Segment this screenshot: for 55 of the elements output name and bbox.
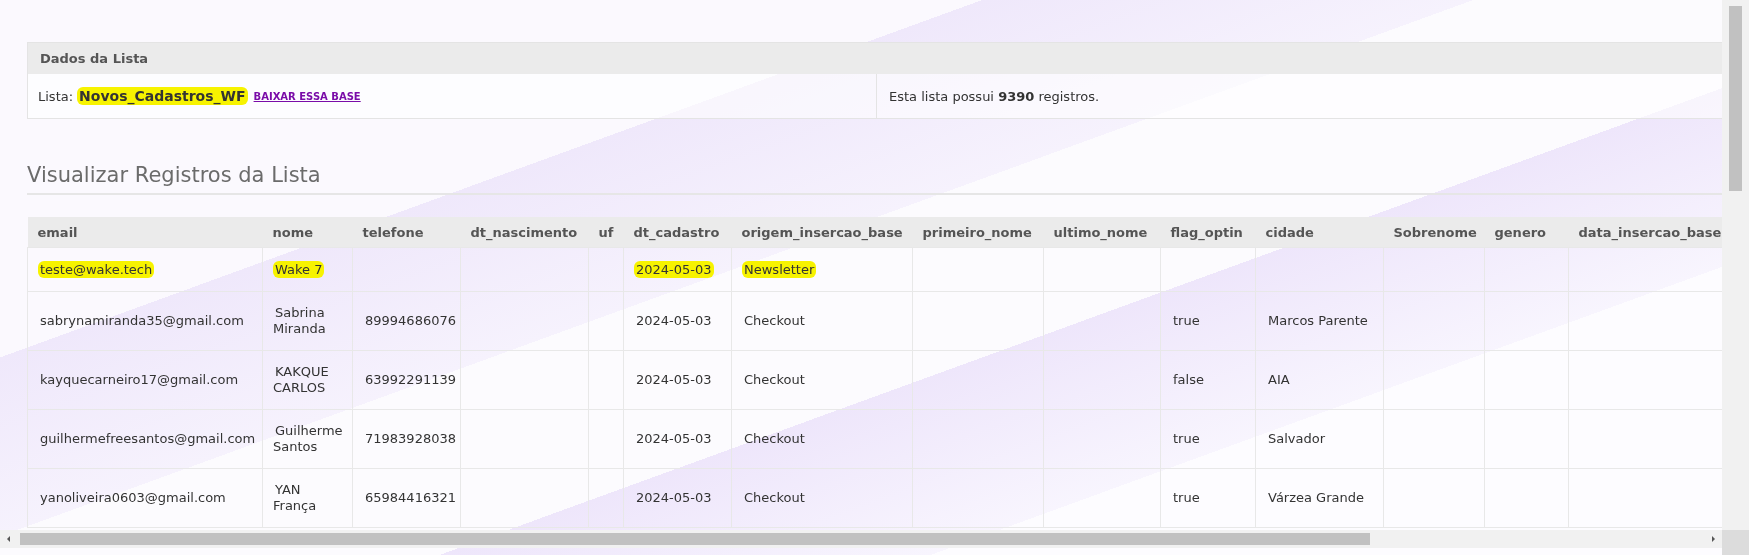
column-header: dt_nascimento xyxy=(460,217,589,248)
section-title: Visualizar Registros da Lista xyxy=(27,163,1722,195)
table-cell-text: yanoliveira0603@gmail.com xyxy=(39,489,227,506)
table-cell-text: 2024-05-03 xyxy=(635,430,713,447)
table-cell-text: Salvador xyxy=(1267,430,1327,447)
table-cell-text: 89994686076 xyxy=(364,312,457,329)
column-header: origem_insercao_base xyxy=(731,217,913,248)
table-cell-text: sabrynamiranda35@gmail.com xyxy=(39,312,245,329)
column-header: primeiro_nome xyxy=(912,217,1044,248)
column-header: dt_cadastro xyxy=(623,217,732,248)
table-cell: teste@wake.tech xyxy=(38,260,155,278)
table-cell-text: true xyxy=(1172,489,1201,506)
table-cell: 2024-05-03 xyxy=(634,260,714,278)
column-header: genero xyxy=(1484,217,1569,248)
table-cell: Wake 7 xyxy=(273,260,325,278)
column-header: data_insercao_base xyxy=(1568,217,1722,248)
download-link[interactable]: BAIXAR ESSA BASE xyxy=(253,90,361,102)
list-name: Novos_Cadastros_WF xyxy=(77,87,248,105)
column-header: ultimo_nome xyxy=(1043,217,1161,248)
column-header: Sobrenome xyxy=(1383,217,1485,248)
table-cell-text: Várzea Grande xyxy=(1267,489,1365,506)
table-cell: KAKQUE CARLOS xyxy=(273,363,329,396)
table-cell-text: Checkout xyxy=(743,489,806,506)
table-cell-text: false xyxy=(1172,371,1205,388)
panel-title: Dados da Lista xyxy=(40,51,149,66)
column-header: telefone xyxy=(352,217,461,248)
table-cell-text: 63992291139 xyxy=(364,371,457,388)
table-cell-text: 2024-05-03 xyxy=(635,371,713,388)
column-header: uf xyxy=(588,217,624,248)
table-cell-text: YAN França xyxy=(273,481,318,514)
table-cell-text: AIA xyxy=(1267,371,1291,388)
table-cell-text: guilhermefreesantos@gmail.com xyxy=(39,430,257,447)
table-cell: Newsletter xyxy=(742,260,817,278)
table-cell-text: Checkout xyxy=(743,371,806,388)
column-header: nome xyxy=(262,217,353,248)
table-cell-text: kayquecarneiro17@gmail.com xyxy=(39,371,240,388)
column-header: cidade xyxy=(1255,217,1384,248)
table-cell-text: true xyxy=(1172,430,1201,447)
table-cell-text: Sabrina Miranda xyxy=(273,304,327,337)
scrollbar-corner xyxy=(1722,530,1749,555)
table-cell-text: 2024-05-03 xyxy=(635,489,713,506)
table-cell-text: true xyxy=(1172,312,1201,329)
table-cell-text: 71983928038 xyxy=(364,430,457,447)
table-cell-text: 65984416321 xyxy=(364,489,457,506)
record-count-text: Esta lista possui 9390 registros. xyxy=(889,88,1100,104)
column-header: email xyxy=(27,217,263,248)
table-cell-text: Checkout xyxy=(743,312,806,329)
list-label: Lista: xyxy=(38,88,74,104)
table-cell-text: Marcos Parente xyxy=(1267,312,1369,329)
horizontal-scrollbar[interactable] xyxy=(0,530,1722,548)
column-header: flag_optin xyxy=(1160,217,1256,248)
table-cell-text: Checkout xyxy=(743,430,806,447)
vertical-scrollbar[interactable] xyxy=(1722,0,1749,530)
table-cell-text: 2024-05-03 xyxy=(635,312,713,329)
table-cell: Guilherme Santos xyxy=(273,422,343,455)
